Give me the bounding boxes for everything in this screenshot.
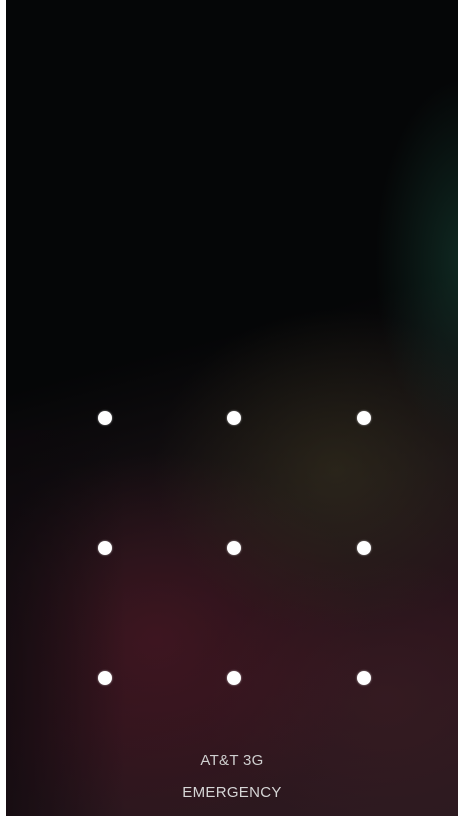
pattern-dot-9[interactable] <box>334 648 394 708</box>
pattern-dot-3[interactable] <box>334 388 394 448</box>
pattern-dot-7[interactable] <box>75 648 135 708</box>
pattern-dot-icon <box>98 671 112 685</box>
pattern-dot-1[interactable] <box>75 388 135 448</box>
pattern-dot-icon <box>357 671 371 685</box>
lock-screen: AT&T 3G EMERGENCY <box>6 0 458 816</box>
pattern-dot-4[interactable] <box>75 518 135 578</box>
pattern-dot-2[interactable] <box>204 388 264 448</box>
pattern-dot-icon <box>227 541 241 555</box>
pattern-dot-icon <box>227 671 241 685</box>
carrier-label: AT&T 3G <box>200 752 264 769</box>
pattern-dot-6[interactable] <box>334 518 394 578</box>
pattern-dot-icon <box>357 541 371 555</box>
pattern-lock-grid[interactable] <box>6 0 458 816</box>
pattern-dot-icon <box>98 411 112 425</box>
pattern-dot-icon <box>357 411 371 425</box>
pattern-dot-8[interactable] <box>204 648 264 708</box>
emergency-button[interactable]: EMERGENCY <box>172 780 291 805</box>
pattern-dot-5[interactable] <box>204 518 264 578</box>
pattern-dot-icon <box>227 411 241 425</box>
pattern-dot-icon <box>98 541 112 555</box>
